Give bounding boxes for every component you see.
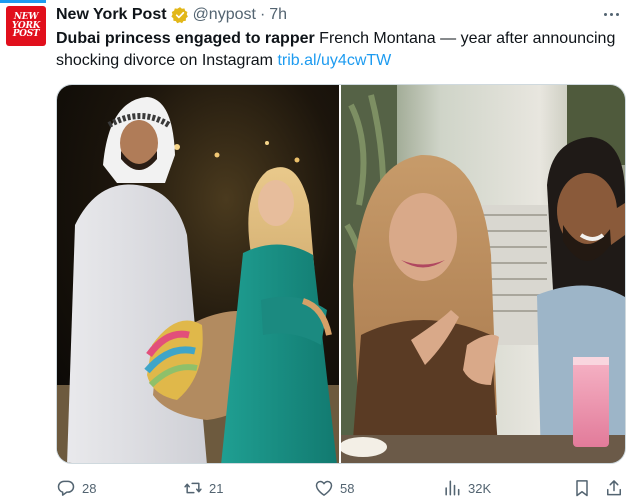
photo-restaurant-selfie[interactable] — [341, 85, 625, 463]
reply-count: 28 — [82, 480, 97, 496]
action-bar: 28 21 58 32K — [56, 476, 626, 502]
tweet-timestamp[interactable]: 7h — [269, 5, 287, 25]
author-handle[interactable]: @nypost — [193, 5, 256, 25]
share-icon — [604, 478, 624, 498]
bookmark-button[interactable] — [572, 478, 592, 498]
share-button[interactable] — [604, 478, 624, 498]
tweet-headline: Dubai princess engaged to rapper — [56, 30, 315, 47]
retweet-icon — [183, 478, 203, 498]
author-name[interactable]: New York Post — [56, 5, 167, 25]
views-count: 32K — [468, 480, 492, 496]
reply-icon — [56, 478, 76, 498]
photo-camel-desert-night[interactable] — [57, 85, 339, 463]
tweet-link[interactable]: trib.al/uy4cwTW — [277, 52, 391, 69]
tweet-text: Dubai princess engaged to rapper French … — [56, 28, 621, 72]
more-options-icon[interactable] — [600, 6, 622, 22]
reply-button[interactable]: 28 — [56, 478, 96, 498]
analytics-icon — [442, 478, 462, 498]
media-grid — [56, 84, 626, 464]
separator-dot: · — [259, 6, 266, 23]
retweet-button[interactable]: 21 — [183, 478, 223, 498]
accent-bar — [0, 0, 46, 3]
avatar[interactable]: NEW YORK POST — [6, 6, 46, 46]
verified-badge-icon — [170, 6, 189, 24]
like-button[interactable]: 58 — [314, 478, 354, 498]
bookmark-icon — [572, 478, 592, 498]
retweet-count: 21 — [209, 480, 224, 496]
avatar-text-line-3: POST — [12, 29, 40, 40]
heart-icon — [314, 478, 334, 498]
like-count: 58 — [340, 480, 355, 496]
tweet-header: New York Post @nypost · 7h — [56, 5, 287, 25]
views-button[interactable]: 32K — [442, 478, 491, 498]
